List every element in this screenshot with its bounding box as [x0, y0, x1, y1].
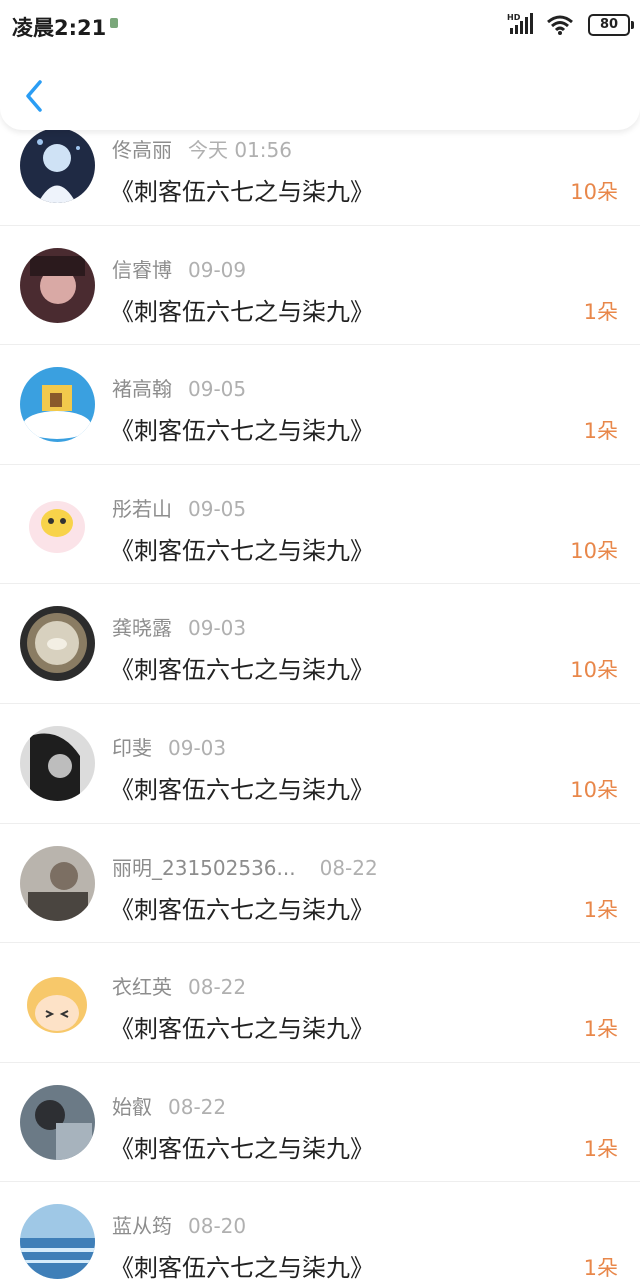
item-meta: 丽明_231502536... 08-22	[112, 852, 378, 881]
list-item[interactable]: 彤若山 09-05 《刺客伍六七之与柒九》 10朵	[0, 465, 640, 585]
flower-count: 1朵	[583, 1256, 618, 1280]
notification-icon	[110, 18, 118, 28]
work-title[interactable]: 《刺客伍六七之与柒九》	[110, 411, 374, 446]
avatar[interactable]	[20, 247, 95, 323]
flower-count: 1朵	[583, 1136, 618, 1161]
avatar-image	[20, 725, 95, 801]
list-item[interactable]: 始叡 08-22 《刺客伍六七之与柒九》 1朵	[0, 1063, 640, 1183]
user-name[interactable]: 彤若山	[112, 497, 172, 521]
flower-count: 1朵	[583, 1017, 618, 1042]
timestamp: 今天 01:56	[188, 138, 292, 162]
item-meta: 信睿博 09-09	[112, 254, 246, 283]
timestamp: 08-22	[188, 975, 247, 1000]
avatar-image	[20, 486, 95, 562]
list-item[interactable]: 印斐 09-03 《刺客伍六七之与柒九》 10朵	[0, 704, 640, 824]
user-name[interactable]: 始叡	[112, 1095, 152, 1119]
work-title[interactable]: 《刺客伍六七之与柒九》	[110, 1129, 374, 1164]
status-time: 凌晨2:21	[12, 16, 107, 40]
avatar[interactable]	[20, 486, 95, 562]
avatar-image	[20, 367, 95, 443]
wifi-icon	[547, 15, 573, 35]
work-title[interactable]: 《刺客伍六七之与柒九》	[110, 1009, 374, 1044]
user-name[interactable]: 佟高丽	[112, 138, 172, 162]
battery-indicator: 80	[588, 14, 634, 36]
timestamp: 09-09	[188, 257, 247, 282]
timestamp: 08-22	[168, 1094, 227, 1119]
network-label: HD	[507, 13, 521, 22]
avatar[interactable]	[20, 965, 95, 1041]
list-item[interactable]: 龚晓露 09-03 《刺客伍六七之与柒九》 10朵	[0, 584, 640, 704]
list-item[interactable]: 信睿博 09-09 《刺客伍六七之与柒九》 1朵	[0, 226, 640, 346]
avatar-image	[20, 128, 95, 203]
work-title[interactable]: 《刺客伍六七之与柒九》	[110, 1248, 374, 1280]
avatar[interactable]	[20, 1084, 95, 1160]
list-item[interactable]: 褚高翰 09-05 《刺客伍六七之与柒九》 1朵	[0, 345, 640, 465]
work-title[interactable]: 《刺客伍六七之与柒九》	[110, 650, 374, 685]
flower-count: 10朵	[570, 777, 618, 802]
flower-count: 10朵	[570, 538, 618, 563]
user-name[interactable]: 衣红英	[112, 975, 172, 999]
avatar-image	[20, 965, 95, 1041]
flower-count: 1朵	[583, 419, 618, 444]
list-item[interactable]: 丽明_231502536... 08-22 《刺客伍六七之与柒九》 1朵	[0, 824, 640, 944]
flower-count: 1朵	[583, 299, 618, 324]
avatar-image	[20, 845, 95, 921]
item-meta: 衣红英 08-22	[112, 971, 246, 1000]
user-name[interactable]: 龚晓露	[112, 616, 172, 640]
item-meta: 印斐 09-03	[112, 732, 226, 761]
user-name[interactable]: 丽明_231502536...	[112, 856, 296, 880]
work-title[interactable]: 《刺客伍六七之与柒九》	[110, 531, 374, 566]
avatar-image	[20, 247, 95, 323]
item-meta: 褚高翰 09-05	[112, 373, 246, 402]
work-title[interactable]: 《刺客伍六七之与柒九》	[110, 890, 374, 925]
work-title[interactable]: 《刺客伍六七之与柒九》	[110, 172, 374, 207]
avatar-image	[20, 606, 95, 682]
avatar[interactable]	[20, 128, 95, 203]
flower-count: 1朵	[583, 897, 618, 922]
item-meta: 佟高丽 今天 01:56	[112, 134, 292, 163]
top-header: 凌晨2:21 HD 80	[0, 0, 640, 130]
flower-count: 10朵	[570, 180, 618, 204]
avatar[interactable]	[20, 606, 95, 682]
user-name[interactable]: 信睿博	[112, 258, 172, 282]
status-bar: 凌晨2:21 HD 80	[0, 0, 640, 50]
timestamp: 09-05	[188, 377, 247, 402]
item-meta: 始叡 08-22	[112, 1091, 226, 1120]
avatar[interactable]	[20, 367, 95, 443]
timestamp: 08-20	[188, 1214, 247, 1239]
timestamp: 09-03	[168, 735, 227, 760]
signal-icon: HD	[507, 13, 533, 34]
avatar-image	[20, 1084, 95, 1160]
chevron-left-icon[interactable]	[20, 78, 52, 114]
timestamp: 09-05	[188, 496, 247, 521]
list-item[interactable]: 衣红英 08-22 《刺客伍六七之与柒九》 1朵	[0, 943, 640, 1063]
flower-count: 10朵	[570, 658, 618, 683]
item-meta: 龚晓露 09-03	[112, 612, 246, 641]
user-name[interactable]: 蓝从筠	[112, 1214, 172, 1238]
avatar-image	[20, 1204, 95, 1280]
user-name[interactable]: 褚高翰	[112, 377, 172, 401]
user-name[interactable]: 印斐	[112, 736, 152, 760]
work-title[interactable]: 《刺客伍六七之与柒九》	[110, 292, 374, 327]
timestamp: 08-22	[319, 855, 378, 880]
list-item[interactable]: 蓝从筠 08-20 《刺客伍六七之与柒九》 1朵	[0, 1182, 640, 1280]
gift-record-list: 佟高丽 今天 01:56 《刺客伍六七之与柒九》 10朵 信睿博 09-09 《刺客…	[0, 106, 640, 1280]
avatar[interactable]	[20, 845, 95, 921]
gift-list-page: 佟高丽 今天 01:56 《刺客伍六七之与柒九》 10朵 信睿博 09-09 《刺客…	[0, 0, 640, 1280]
item-meta: 彤若山 09-05	[112, 493, 246, 522]
item-meta: 蓝从筠 08-20	[112, 1210, 246, 1239]
avatar[interactable]	[20, 725, 95, 801]
work-title[interactable]: 《刺客伍六七之与柒九》	[110, 770, 374, 805]
avatar[interactable]	[20, 1204, 95, 1280]
timestamp: 09-03	[188, 616, 247, 641]
